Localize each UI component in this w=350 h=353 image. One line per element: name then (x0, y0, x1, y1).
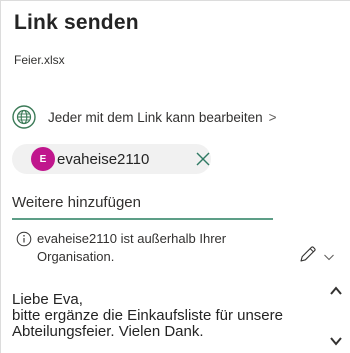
chevron-right-icon: > (268, 109, 277, 125)
pencil-icon[interactable] (298, 244, 318, 264)
message-text[interactable]: Liebe Eva, bitte ergänze die Einkaufslis… (12, 292, 317, 340)
add-more-input[interactable]: Weitere hinzufügen (12, 194, 273, 220)
scroll-up-icon[interactable] (329, 284, 343, 298)
info-icon (16, 231, 32, 247)
globe-icon (12, 105, 36, 129)
send-link-dialog: Link senden Feier.xlsx Jeder mit dem Lin… (0, 0, 350, 353)
link-permission-button[interactable]: Jeder mit dem Link kann bearbeiten > (12, 104, 277, 130)
avatar: E (31, 147, 55, 171)
dialog-title: Link senden (14, 11, 139, 34)
scroll-down-icon[interactable] (329, 334, 343, 348)
chevron-down-icon[interactable] (323, 250, 335, 262)
close-icon[interactable] (194, 150, 212, 168)
link-permission-label: Jeder mit dem Link kann bearbeiten (48, 109, 263, 125)
warning-text: evaheise2110 ist außerhalb Ihrer Organis… (37, 231, 227, 264)
recipient-chip: E evaheise2110 (12, 144, 211, 174)
file-name: Feier.xlsx (14, 53, 65, 67)
recipient-name: evaheise2110 (57, 150, 150, 168)
